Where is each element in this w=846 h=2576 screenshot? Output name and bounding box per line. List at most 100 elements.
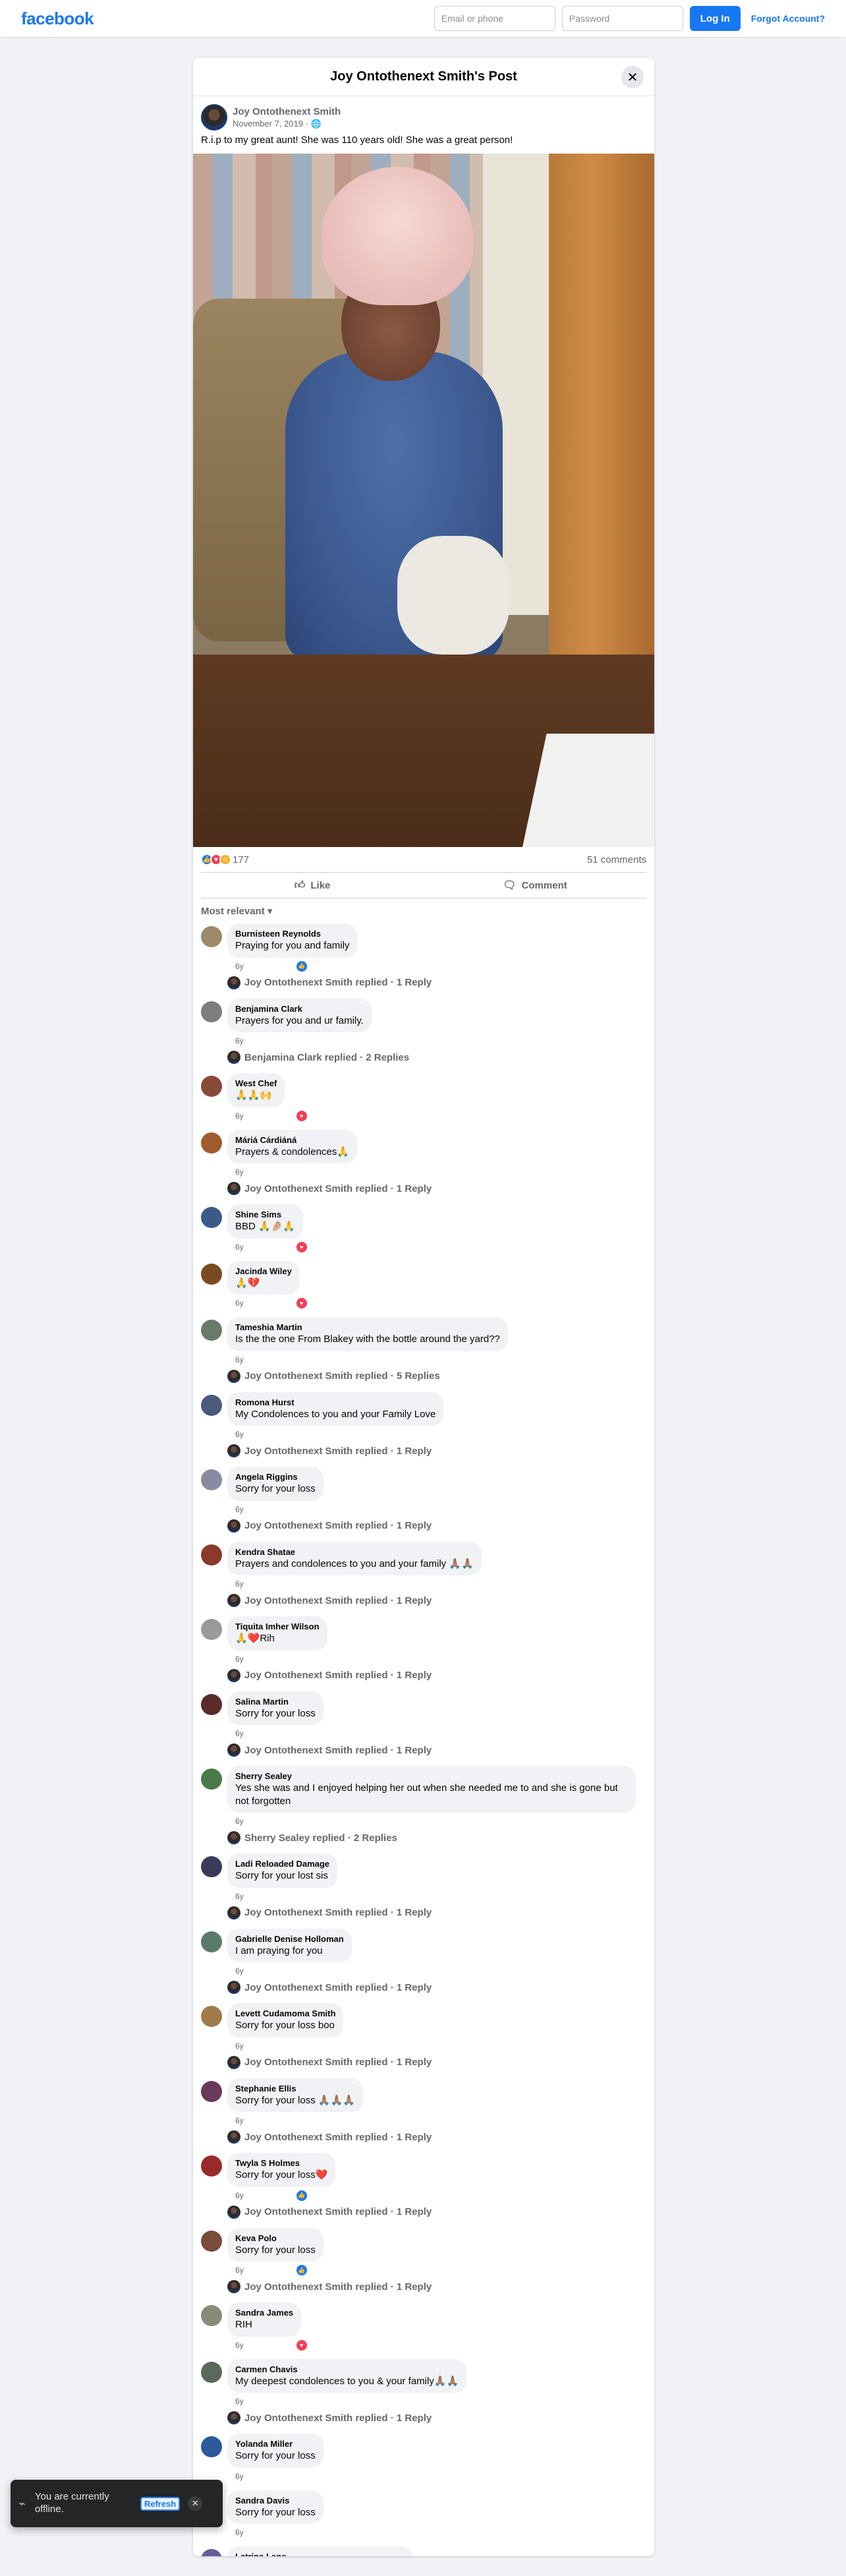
avatar[interactable] [201,1076,222,1097]
comment-timestamp[interactable]: 6y [235,2397,244,2406]
comment-timestamp[interactable]: 6y [235,1505,244,1514]
avatar[interactable] [201,2006,222,2027]
avatar[interactable] [201,926,222,947]
comment-sort-dropdown[interactable]: Most relevant ▾ [193,898,654,921]
avatar[interactable] [201,1544,222,1566]
commenter-name[interactable]: Burnisteen Reynolds [235,929,349,939]
commenter-name[interactable]: Máriá Cárdiáná [235,1135,349,1145]
comment-timestamp[interactable]: 6y [235,1892,244,1901]
close-icon[interactable]: ✕ [188,2496,203,2511]
avatar[interactable] [201,1931,222,1952]
password-input[interactable] [561,6,683,31]
avatar[interactable] [201,1132,222,1154]
avatar[interactable] [201,104,227,131]
commenter-name[interactable]: Levett Cudamoma Smith [235,2008,335,2018]
love-reaction-icon[interactable]: ♥ [296,1241,307,1252]
commenter-name[interactable]: Tameshia Martin [235,1322,500,1332]
post-date[interactable]: November 7, 2019 · 🌐 [233,119,341,129]
avatar[interactable] [201,1394,222,1416]
avatar[interactable] [201,1619,222,1640]
view-replies-link[interactable]: Joy Ontothenext Smith replied · 1 Reply [193,2407,654,2431]
love-reaction-icon[interactable]: ♥ [296,1110,307,1121]
close-icon[interactable]: ✕ [621,66,644,88]
commenter-name[interactable]: Sandra Davis [235,2496,316,2505]
author-name[interactable]: Joy Ontothenext Smith [233,106,341,117]
commenter-name[interactable]: West Chef [235,1078,277,1088]
login-button[interactable]: Log In [689,6,741,31]
reaction-count[interactable]: 177 [233,854,249,865]
like-button[interactable]: 👍︎ Like [201,873,424,898]
comment-timestamp[interactable]: 6y [235,1355,244,1364]
comment-timestamp[interactable]: 6y [235,1111,244,1121]
comment-timestamp[interactable]: 6y [235,2472,244,2481]
view-replies-link[interactable]: Joy Ontothenext Smith replied · 1 Reply [193,2126,654,2150]
commenter-name[interactable]: Tiquita Imher Wilson [235,1622,320,1631]
comment-timestamp[interactable]: 6y [235,2528,244,2537]
comment-timestamp[interactable]: 6y [235,1167,244,1177]
comment-timestamp[interactable]: 6y [235,962,244,971]
view-replies-link[interactable]: Benjamina Clark replied · 2 Replies [193,1047,654,1070]
view-replies-link[interactable]: Joy Ontothenext Smith replied · 1 Reply [193,972,654,996]
commenter-name[interactable]: Kendra Shatae [235,1547,474,1557]
view-replies-link[interactable]: Joy Ontothenext Smith replied · 1 Reply [193,1740,654,1763]
comment-timestamp[interactable]: 6y [235,2116,244,2125]
commenter-name[interactable]: Ladi Reloaded Damage [235,1859,329,1869]
forgot-account-link[interactable]: Forgot Account? [751,13,825,24]
view-replies-link[interactable]: Joy Ontothenext Smith replied · 1 Reply [193,2052,654,2076]
comment-timestamp[interactable]: 6y [235,2041,244,2051]
view-replies-link[interactable]: Joy Ontothenext Smith replied · 1 Reply [193,1515,654,1539]
avatar[interactable] [201,2155,222,2177]
commenter-name[interactable]: Keva Polo [235,2233,316,2243]
avatar[interactable] [201,1207,222,1228]
commenter-name[interactable]: Sherry Sealey [235,1771,628,1781]
comments-count[interactable]: 51 comments [587,854,646,865]
refresh-button[interactable]: Refresh [140,2496,181,2511]
avatar[interactable] [201,2080,222,2102]
view-replies-link[interactable]: Joy Ontothenext Smith replied · 1 Reply [193,1178,654,1202]
view-replies-link[interactable]: Joy Ontothenext Smith replied · 1 Reply [193,2202,654,2225]
avatar[interactable] [201,1320,222,1341]
comment-timestamp[interactable]: 6y [235,1243,244,1252]
comment-timestamp[interactable]: 6y [235,1966,244,1976]
commenter-name[interactable]: Angela Riggins [235,1472,316,1482]
commenter-name[interactable]: Latrina Lane [235,2552,405,2556]
facebook-logo[interactable]: facebook [21,9,94,29]
view-replies-link[interactable]: Joy Ontothenext Smith replied · 5 Replie… [193,1366,654,1390]
view-replies-link[interactable]: Joy Ontothenext Smith replied · 1 Reply [193,1440,654,1464]
comment-timestamp[interactable]: 6y [235,1430,244,1439]
commenter-name[interactable]: Gabrielle Denise Holloman [235,1934,344,1944]
commenter-name[interactable]: Stephanie Ellis [235,2084,355,2093]
avatar[interactable] [201,2305,222,2326]
comment-timestamp[interactable]: 6y [235,2266,244,2275]
commenter-name[interactable]: Salina Martin [235,1697,316,1707]
avatar[interactable] [201,1769,222,1790]
comment-timestamp[interactable]: 6y [235,1299,244,1308]
love-reaction-icon[interactable]: ♥ [296,2339,307,2351]
avatar[interactable] [201,1263,222,1285]
commenter-name[interactable]: Benjamina Clark [235,1004,364,1014]
comment-timestamp[interactable]: 6y [235,1036,244,1045]
comment-timestamp[interactable]: 6y [235,1817,244,1826]
comment-timestamp[interactable]: 6y [235,2191,244,2200]
reaction-icons[interactable]: 👍 ♥ ☺ [201,854,231,865]
commenter-name[interactable]: Twyla S Holmes [235,2158,327,2168]
avatar[interactable] [201,2230,222,2252]
avatar[interactable] [201,2361,222,2383]
commenter-name[interactable]: Romona Hurst [235,1397,436,1407]
avatar[interactable] [201,1693,222,1715]
view-replies-link[interactable]: Joy Ontothenext Smith replied · 1 Reply [193,1590,654,1614]
love-reaction-icon[interactable]: ♥ [296,1298,307,1308]
comment-timestamp[interactable]: 6y [235,1579,244,1589]
avatar[interactable] [201,1001,222,1022]
avatar[interactable] [201,2436,222,2457]
like-reaction-icon[interactable]: 👍 [296,2265,307,2275]
like-reaction-icon[interactable]: 👍 [296,960,307,972]
email-input[interactable] [434,6,555,31]
comment-timestamp[interactable]: 6y [235,2341,244,2350]
avatar[interactable] [201,2549,222,2556]
avatar[interactable] [201,1856,222,1877]
post-photo[interactable] [193,154,654,847]
avatar[interactable] [201,1469,222,1490]
commenter-name[interactable]: Carmen Chavis [235,2364,459,2374]
commenter-name[interactable]: Sandra James [235,2308,293,2318]
